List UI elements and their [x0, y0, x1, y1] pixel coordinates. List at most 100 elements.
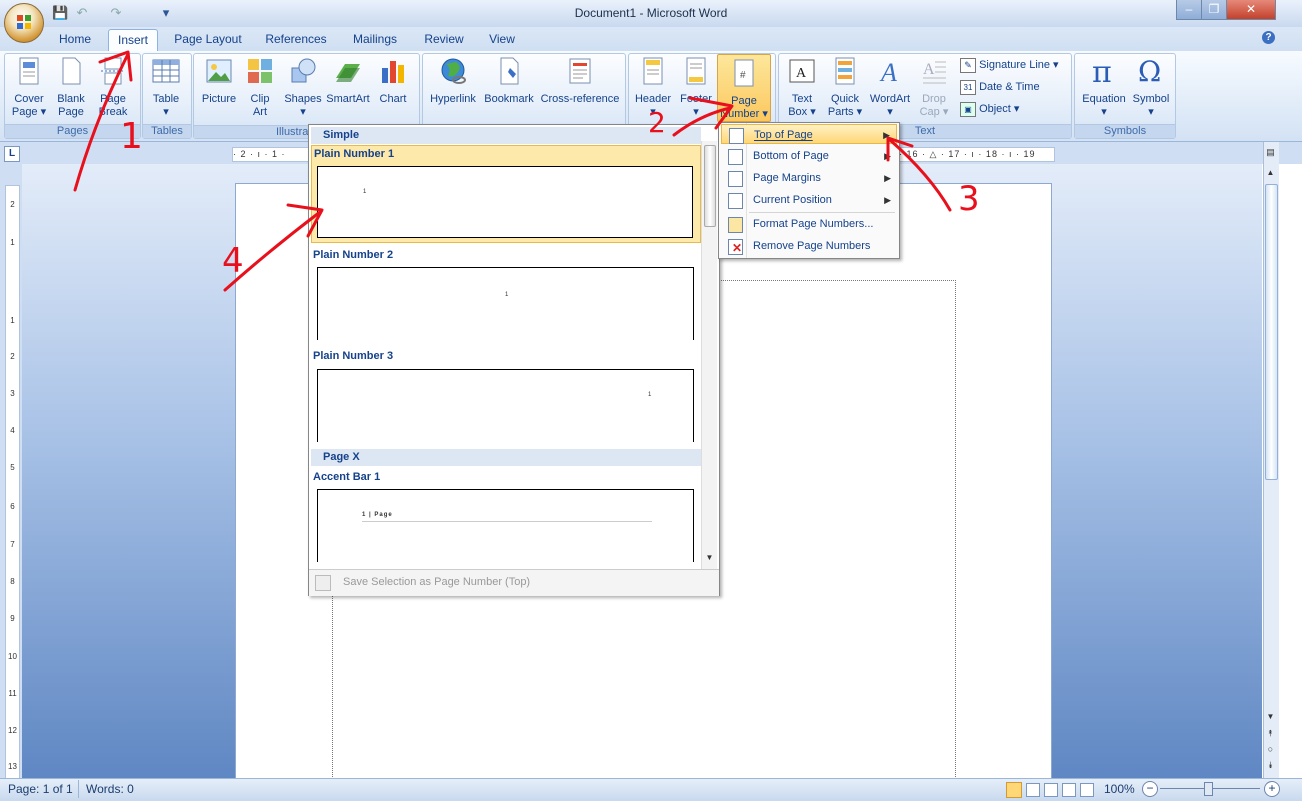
menu-item-bottom-of-page[interactable]: Bottom of Page ▶ — [721, 146, 897, 166]
group-symbols-label: Symbols — [1075, 124, 1175, 138]
outline-view-icon[interactable] — [1062, 783, 1076, 797]
object-button[interactable]: ▣ Object ▾ — [960, 101, 1019, 117]
menu-item-remove-page-numbers[interactable]: ✕ Remove Page Numbers — [721, 236, 897, 256]
gallery-item-plain-number-1[interactable]: Plain Number 1 1 — [311, 145, 701, 243]
chart-button[interactable]: Chart — [374, 56, 412, 106]
scroll-down-arrow-icon[interactable]: ▼ — [1264, 712, 1277, 725]
page-number-button[interactable]: # Page Number ▾ — [717, 54, 771, 122]
cover-page-button[interactable]: Cover Page ▾ — [8, 56, 50, 119]
shapes-label: Shapes — [284, 93, 322, 105]
tab-insert[interactable]: Insert — [108, 29, 158, 52]
signature-line-button[interactable]: ✎ Signature Line ▾ — [960, 57, 1059, 73]
svg-text:A: A — [796, 66, 807, 81]
text-box-icon: A — [789, 59, 815, 83]
select-browse-object-icon[interactable]: ○ — [1264, 744, 1277, 757]
tab-view[interactable]: View — [482, 29, 522, 51]
bookmark-label: Bookmark — [484, 93, 534, 105]
save-selection-menu-item[interactable]: Save Selection as Page Number (Top) — [343, 576, 530, 588]
menu-item-top-of-page[interactable]: Top of Page ▶ — [721, 124, 897, 144]
zoom-slider-thumb[interactable] — [1204, 782, 1213, 796]
close-button[interactable]: ✕ — [1226, 0, 1276, 20]
picture-button[interactable]: Picture — [198, 56, 240, 106]
page-break-button[interactable]: Page Break — [92, 56, 134, 119]
customize-toolbar-icon[interactable]: ▾ — [158, 5, 174, 21]
menu-item-page-margins[interactable]: Page Margins ▶ — [721, 168, 897, 188]
vruler-mark: 6 — [10, 502, 15, 511]
zoom-in-icon[interactable]: + — [1264, 781, 1280, 797]
chevron-right-icon: ▶ — [884, 151, 891, 161]
blank-page-button[interactable]: Blank Page — [52, 56, 90, 119]
maximize-button[interactable]: ❐ — [1201, 0, 1227, 20]
tab-review[interactable]: Review — [420, 29, 468, 51]
gallery-item-plain-number-2[interactable]: 1 — [317, 267, 694, 340]
minimize-button[interactable]: – — [1176, 0, 1202, 20]
zoom-out-icon[interactable]: − — [1142, 781, 1158, 797]
undo-icon[interactable]: ↶ — [74, 5, 90, 21]
zoom-level[interactable]: 100% — [1104, 782, 1135, 796]
next-page-icon[interactable]: ⯯ — [1264, 760, 1277, 773]
tab-page-layout[interactable]: Page Layout — [170, 29, 246, 51]
bookmark-button[interactable]: Bookmark — [482, 56, 536, 106]
footer-button[interactable]: Footer ▾ — [676, 56, 716, 119]
word-count-status[interactable]: Words: 0 — [86, 782, 134, 796]
tab-references[interactable]: References — [260, 29, 332, 51]
menu-item-format-page-numbers[interactable]: Format Page Numbers... — [721, 214, 897, 234]
menu-item-label: Current Position — [753, 194, 832, 206]
save-icon[interactable]: 💾 — [52, 5, 68, 21]
gallery-item-plain-number-3[interactable]: 1 — [317, 369, 694, 442]
cross-reference-button[interactable]: Cross-reference — [538, 56, 622, 106]
top-of-page-icon — [729, 128, 744, 144]
table-button[interactable]: Table ▾ — [146, 56, 186, 119]
previous-page-icon[interactable]: ⯭ — [1264, 728, 1277, 741]
menu-item-label: Bottom of Page — [753, 150, 829, 162]
chevron-right-icon: ▶ — [884, 173, 891, 183]
quick-parts-label2: Parts ▾ — [827, 106, 863, 118]
gallery-footer: Save Selection as Page Number (Top) — [309, 569, 719, 596]
horizontal-ruler-right[interactable]: · 16 · △ · 17 · ı · 18 · ı · 19 — [898, 147, 1055, 162]
view-ruler-icon[interactable]: ▤ — [1264, 147, 1277, 160]
clip-art-button[interactable]: Clip Art — [242, 56, 278, 119]
shapes-button[interactable]: Shapes ▾ — [282, 56, 324, 119]
tab-selector[interactable]: L — [4, 146, 20, 162]
cross-reference-icon — [569, 58, 591, 84]
menu-item-current-position[interactable]: Current Position ▶ — [721, 190, 897, 210]
thumbnail-number: 1 — [505, 292, 509, 298]
redo-icon[interactable]: ↷ — [108, 5, 124, 21]
full-screen-reading-icon[interactable] — [1026, 783, 1040, 797]
tab-mailings[interactable]: Mailings — [344, 29, 406, 51]
scrollbar-thumb[interactable] — [1265, 184, 1278, 480]
quick-parts-label: Quick — [830, 93, 860, 105]
scroll-up-arrow-icon[interactable]: ▲ — [1264, 168, 1277, 181]
cover-page-label: Cover — [14, 93, 44, 105]
drop-cap-icon: A — [923, 61, 946, 84]
text-box-button[interactable]: A Text Box ▾ — [782, 56, 822, 119]
symbol-button[interactable]: Ω Symbol ▾ — [1130, 55, 1172, 119]
help-icon[interactable]: ? — [1262, 31, 1275, 44]
gallery-scroll-thumb[interactable] — [704, 145, 716, 227]
footer-label: Footer — [680, 93, 712, 105]
tab-home[interactable]: Home — [50, 29, 100, 51]
cover-page-label2: Page ▾ — [11, 106, 47, 118]
gallery-scrollbar[interactable]: ▼ — [701, 141, 717, 569]
quick-parts-button[interactable]: Quick Parts ▾ — [824, 56, 866, 119]
vertical-ruler[interactable]: 2 1 1 2 3 4 5 6 7 8 9 10 11 12 13 — [5, 185, 20, 780]
hyperlink-button[interactable]: Hyperlink — [426, 56, 480, 106]
gallery-scroll-down-icon[interactable]: ▼ — [704, 553, 715, 565]
web-layout-icon[interactable] — [1044, 783, 1058, 797]
wordart-button[interactable]: A WordArt ▾ — [868, 56, 912, 119]
office-button[interactable] — [4, 3, 44, 43]
date-time-button[interactable]: 31 Date & Time — [960, 79, 1040, 95]
print-layout-view-icon[interactable] — [1006, 782, 1022, 798]
menu-item-label: Top of Page — [754, 129, 813, 141]
picture-label: Picture — [201, 93, 237, 105]
page-number-gallery: Simple Plain Number 1 1 Plain Number 2 1… — [308, 124, 720, 596]
horizontal-ruler-left[interactable]: · 2 · ı · 1 · — [232, 147, 312, 162]
drop-cap-button[interactable]: A Drop Cap ▾ — [914, 56, 954, 119]
header-button[interactable]: Header ▾ — [632, 56, 674, 119]
gallery-item-accent-bar-1[interactable]: 1 | Page — [317, 489, 694, 562]
smartart-button[interactable]: SmartArt — [324, 56, 372, 106]
menu-item-label: Remove Page Numbers — [753, 240, 871, 252]
draft-view-icon[interactable] — [1080, 783, 1094, 797]
equation-button[interactable]: π Equation ▾ — [1078, 55, 1130, 119]
page-count-status[interactable]: Page: 1 of 1 — [8, 782, 73, 796]
